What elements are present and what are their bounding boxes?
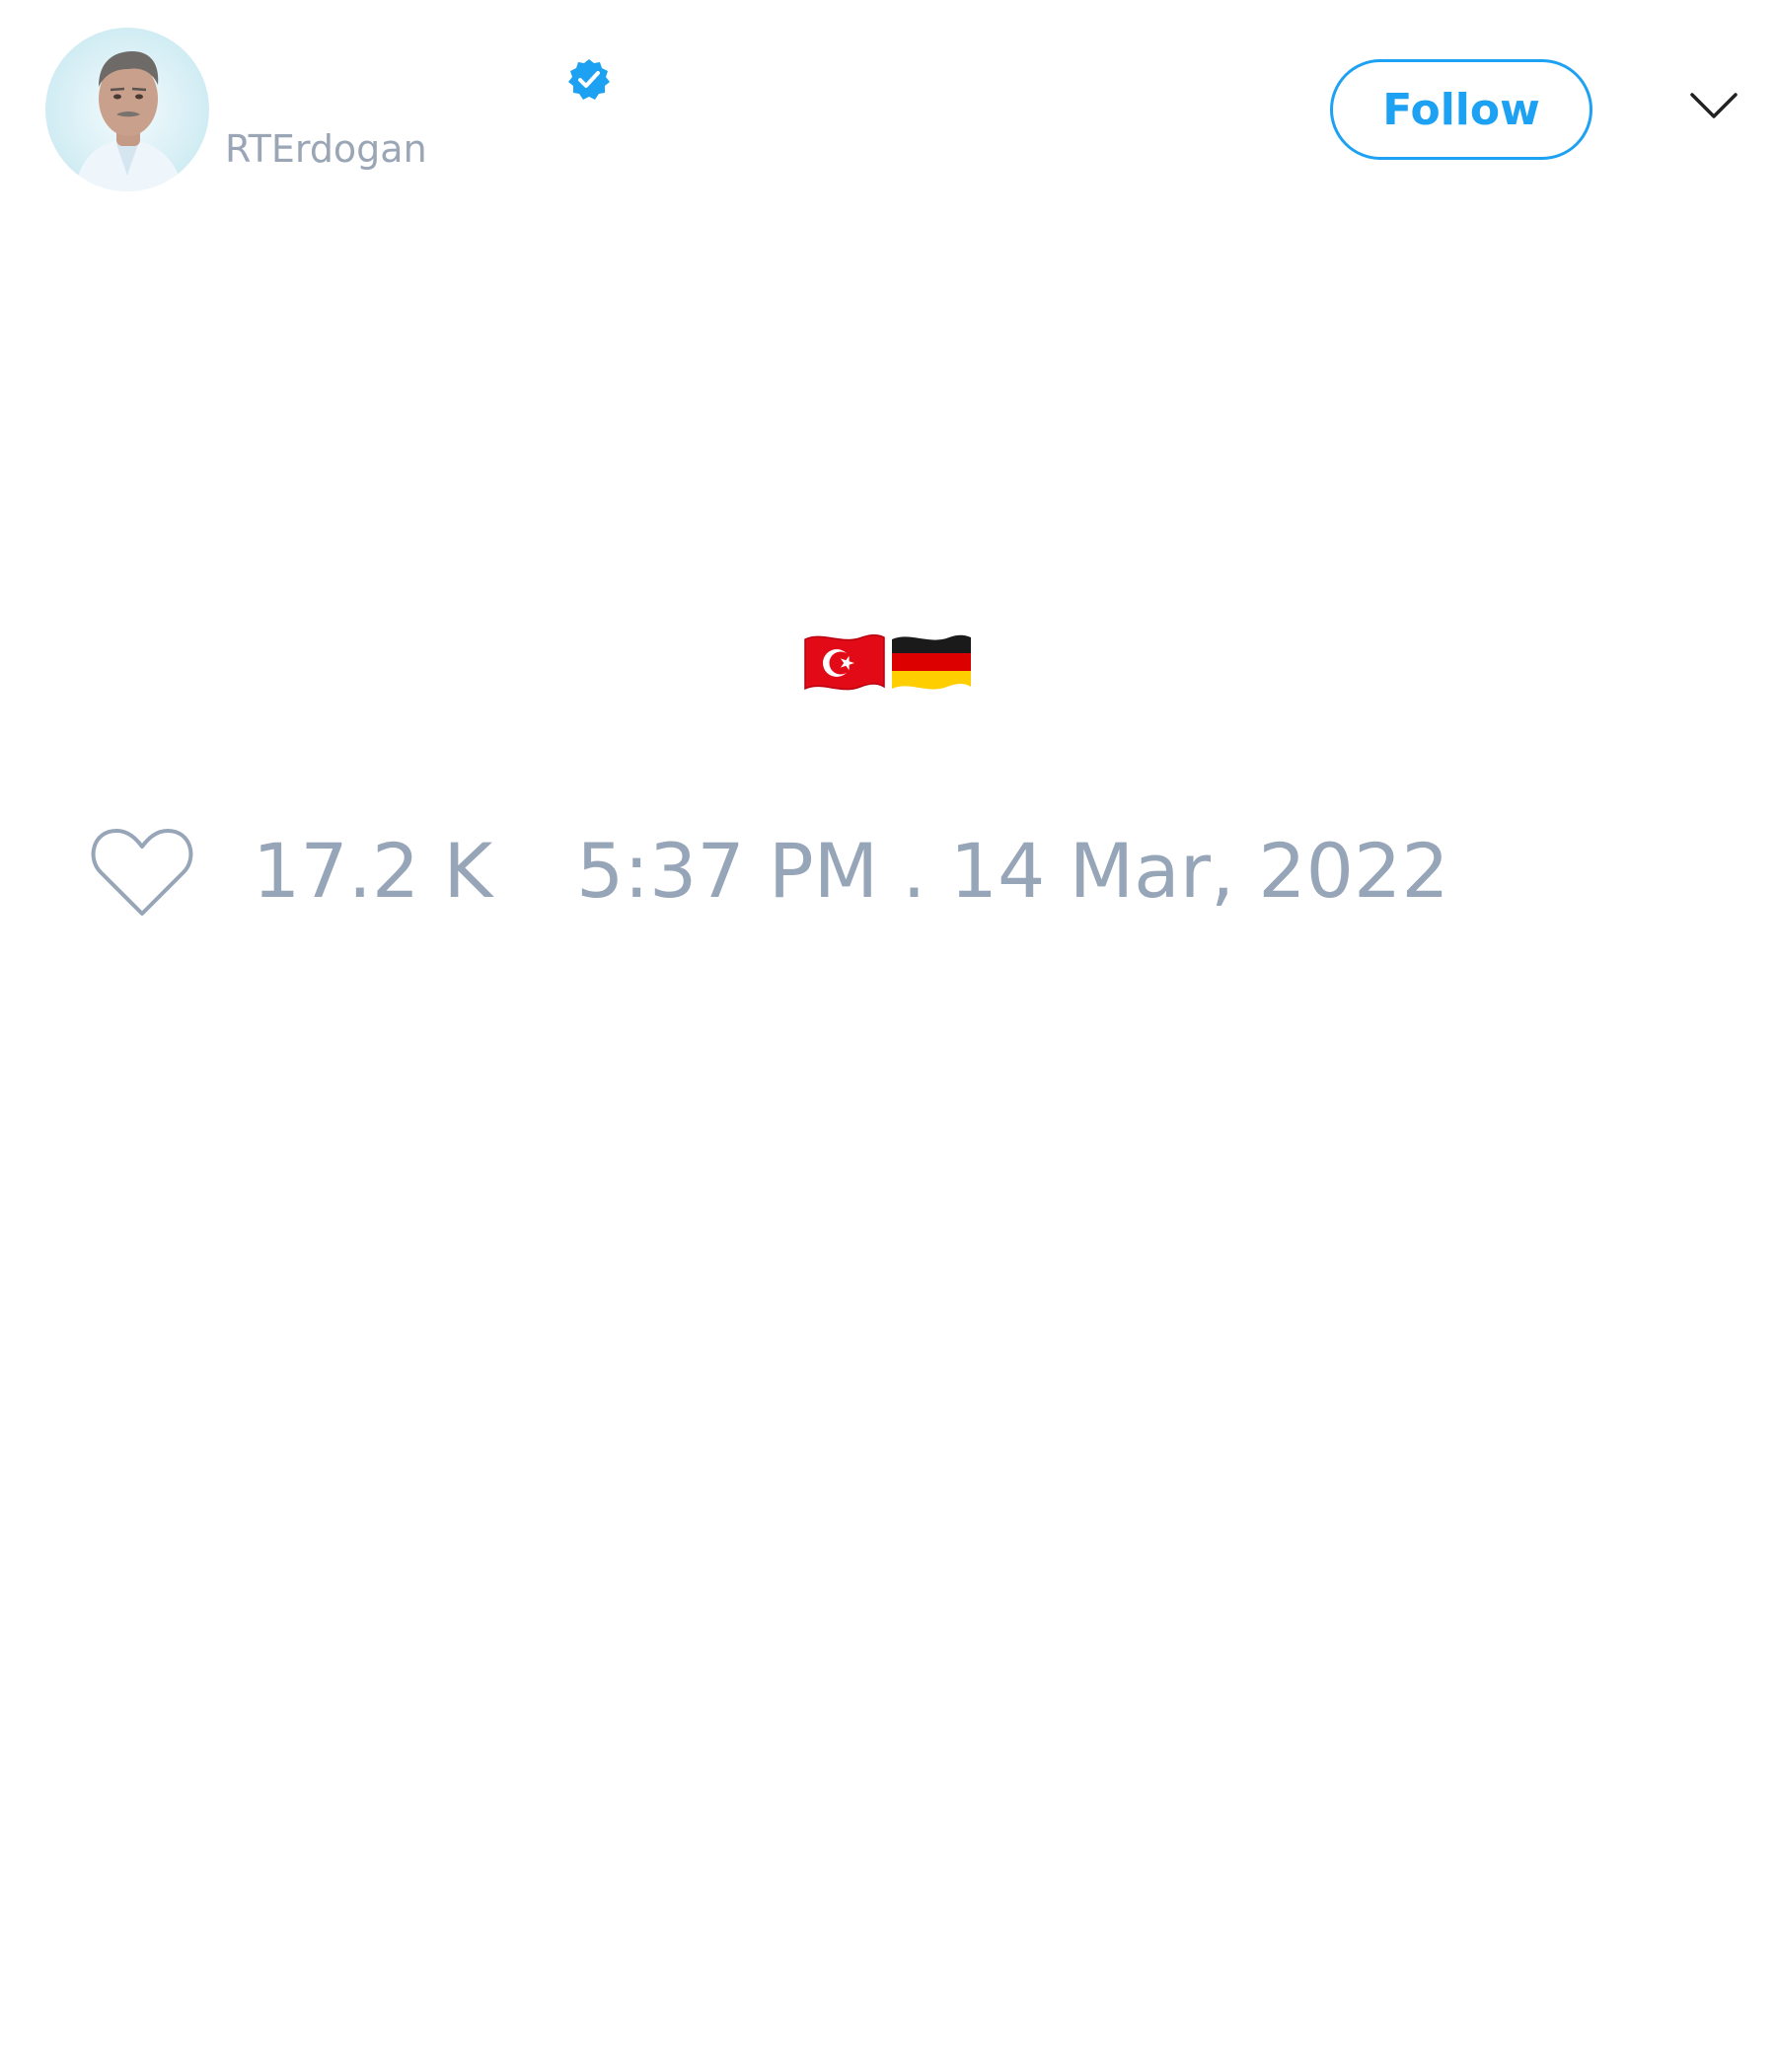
tweet-text-content: 🇹🇷🇩🇪 bbox=[888, 628, 889, 629]
turkey-flag-icon bbox=[804, 633, 885, 691]
follow-button[interactable]: Follow bbox=[1330, 59, 1592, 160]
chevron-down-icon[interactable] bbox=[1689, 91, 1739, 120]
tweet-text: 🇹🇷🇩🇪 bbox=[0, 628, 1776, 703]
verified-badge-icon bbox=[566, 57, 612, 103]
germany-flag-icon bbox=[892, 634, 971, 690]
avatar[interactable] bbox=[45, 28, 209, 191]
user-handle[interactable]: RTErdogan bbox=[225, 126, 427, 172]
like-count: 17.2 K bbox=[253, 827, 493, 915]
heart-outline-icon[interactable] bbox=[89, 825, 195, 920]
avatar-photo bbox=[45, 28, 209, 191]
tweet-timestamp[interactable]: 5:37 PM . 14 Mar, 2022 bbox=[576, 827, 1449, 916]
